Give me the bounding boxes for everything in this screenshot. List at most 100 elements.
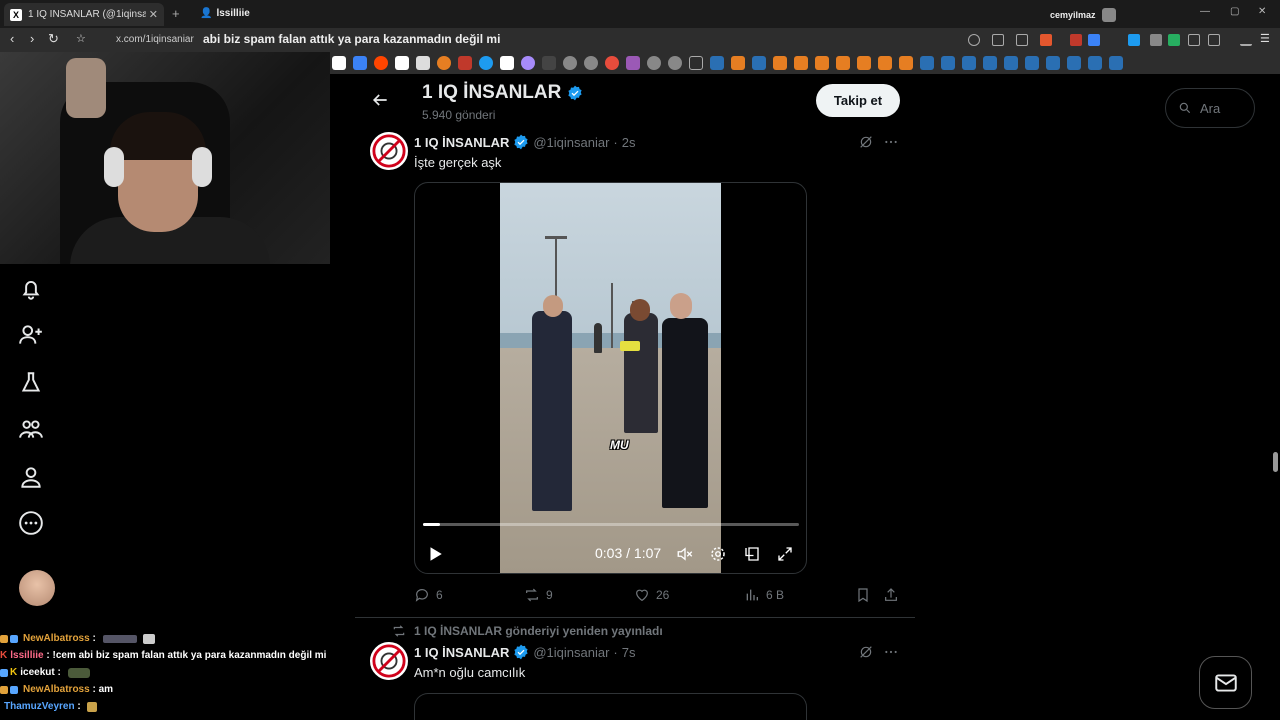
bookmark-icon[interactable]: [479, 56, 493, 70]
bookmark-steam-icon[interactable]: [920, 56, 934, 70]
views-action[interactable]: 6 B: [744, 587, 784, 603]
post-media-preview[interactable]: [414, 693, 807, 720]
reply-action[interactable]: 6: [414, 587, 443, 603]
post-time[interactable]: 7s: [622, 645, 636, 660]
share-icon[interactable]: [1016, 34, 1028, 46]
bookmark-icon[interactable]: [542, 56, 556, 70]
bookmark-icon[interactable]: [773, 56, 787, 70]
bookmark-icon[interactable]: [815, 56, 829, 70]
post[interactable]: 1 IQ İNSANLAR @1iqinsaniar · 2s İşte ger…: [355, 76, 915, 617]
settings-gear-icon[interactable]: [709, 545, 727, 563]
bookmark-x-icon[interactable]: [332, 56, 346, 70]
mute-icon[interactable]: [676, 545, 694, 563]
bookmark-icon[interactable]: [416, 56, 430, 70]
browser-profile[interactable]: cemyilmaz: [1050, 8, 1116, 22]
author-name[interactable]: 1 IQ İNSANLAR: [414, 645, 509, 660]
follow-user-icon[interactable]: [18, 322, 44, 348]
post-more-icon[interactable]: [883, 644, 899, 660]
bookmark-steam-icon[interactable]: [962, 56, 976, 70]
bookmark-icon[interactable]: [605, 56, 619, 70]
more-options-icon[interactable]: [18, 510, 44, 536]
bookmark-steam-icon[interactable]: [752, 56, 766, 70]
bookmark-icon[interactable]: [878, 56, 892, 70]
extension-icon[interactable]: [1128, 34, 1140, 46]
post-time[interactable]: 2s: [622, 135, 636, 150]
author-handle[interactable]: @1iqinsaniar: [533, 135, 609, 150]
bookmark-steam-icon[interactable]: [1025, 56, 1039, 70]
forward-nav-icon[interactable]: ›: [30, 32, 34, 46]
bookmark-steam-icon[interactable]: [1004, 56, 1018, 70]
bookmark-icon[interactable]: [899, 56, 913, 70]
bookmark-steam-icon[interactable]: [1109, 56, 1123, 70]
post-author-avatar[interactable]: [370, 642, 408, 680]
url-host[interactable]: x.com/1iqinsaniar: [116, 34, 194, 45]
bookmark-steam-icon[interactable]: [710, 56, 724, 70]
extension-icon[interactable]: [1168, 34, 1180, 46]
bookmark-icon[interactable]: [437, 56, 451, 70]
bookmark-icon[interactable]: [857, 56, 871, 70]
extension-icon[interactable]: [1088, 34, 1100, 46]
extension-icon[interactable]: [1150, 34, 1162, 46]
bookmark-icon[interactable]: [458, 56, 472, 70]
communities-icon[interactable]: [18, 416, 44, 442]
menu-icon[interactable]: ☰: [1260, 32, 1270, 46]
bookmark-icon[interactable]: [731, 56, 745, 70]
repost-action[interactable]: 9: [524, 587, 553, 603]
reload-icon[interactable]: ↻: [48, 32, 59, 46]
back-nav-icon[interactable]: ‹: [10, 32, 14, 46]
messages-button[interactable]: [1199, 656, 1252, 709]
bookmark-icon[interactable]: [563, 56, 577, 70]
page-scrollbar[interactable]: [1270, 76, 1280, 720]
account-avatar[interactable]: [19, 570, 55, 606]
grok-icon[interactable]: [858, 644, 874, 660]
sidebar-toggle-icon[interactable]: [1208, 34, 1220, 46]
cast-icon[interactable]: [992, 34, 1004, 46]
window-close-icon[interactable]: ✕: [1258, 6, 1266, 17]
notifications-bell-icon[interactable]: [18, 276, 44, 302]
video-progress-bar[interactable]: [423, 523, 799, 526]
bookmark-icon[interactable]: [521, 56, 535, 70]
bookmark-icon[interactable]: [668, 56, 682, 70]
bookmark-reddit-icon[interactable]: [374, 56, 388, 70]
tab-second[interactable]: 👤 lssilliie: [200, 8, 250, 19]
maximize-icon[interactable]: ▢: [1230, 6, 1239, 17]
share-icon[interactable]: [883, 587, 899, 603]
bookmark-icon[interactable]: [626, 56, 640, 70]
minimize-icon[interactable]: —: [1200, 6, 1210, 17]
search-box[interactable]: Ara: [1165, 88, 1255, 128]
bookmark-steam-icon[interactable]: [1067, 56, 1081, 70]
post-more-icon[interactable]: [883, 134, 899, 150]
bookmark-icon[interactable]: [584, 56, 598, 70]
bookmark-icon[interactable]: [647, 56, 661, 70]
bookmark-icon[interactable]: [500, 56, 514, 70]
grok-icon[interactable]: [858, 134, 874, 150]
author-name[interactable]: 1 IQ İNSANLAR: [414, 135, 509, 150]
picture-in-picture-icon[interactable]: [743, 545, 761, 563]
bookmark-icon[interactable]: [855, 587, 871, 603]
new-tab-button[interactable]: +: [172, 6, 180, 21]
bookmark-steam-icon[interactable]: [941, 56, 955, 70]
play-icon[interactable]: [426, 545, 444, 563]
tab-close-icon[interactable]: ✕: [149, 8, 158, 21]
author-handle[interactable]: @1iqinsaniar: [533, 645, 609, 660]
like-action[interactable]: 26: [634, 587, 669, 603]
brave-shield-icon[interactable]: [1040, 34, 1052, 46]
tab-active[interactable]: X 1 IQ İNSANLAR (@1iqinsaniar) / X ✕: [4, 3, 164, 26]
bookmark-icon[interactable]: [395, 56, 409, 70]
bookmark-star-icon[interactable]: ☆: [76, 32, 86, 46]
download-icon[interactable]: [1240, 34, 1252, 46]
fullscreen-icon[interactable]: [776, 545, 794, 563]
profile-icon[interactable]: [18, 464, 44, 490]
bookmark-steam-icon[interactable]: [1088, 56, 1102, 70]
extension-icon[interactable]: [1070, 34, 1082, 46]
zoom-icon[interactable]: [968, 34, 980, 46]
video-player[interactable]: MU 0:03 / 1:07: [414, 182, 807, 574]
bookmark-folder-icon[interactable]: [689, 56, 703, 70]
bookmark-icon[interactable]: [836, 56, 850, 70]
bookmark-icon[interactable]: [353, 56, 367, 70]
extensions-puzzle-icon[interactable]: [1188, 34, 1200, 46]
bookmark-steam-icon[interactable]: [983, 56, 997, 70]
grok-flask-icon[interactable]: [18, 370, 44, 396]
post-author-avatar[interactable]: [370, 132, 408, 170]
repost-notice-text[interactable]: 1 IQ İNSANLAR gönderiyi yeniden yayınlad…: [414, 624, 663, 638]
